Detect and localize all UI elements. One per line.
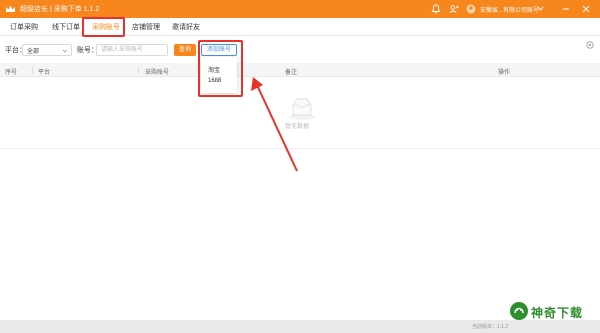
platform-select[interactable]: 全部 xyxy=(22,44,72,56)
search-button[interactable]: 查询 xyxy=(174,44,196,56)
watermark-logo-icon xyxy=(510,302,528,320)
bell-icon[interactable] xyxy=(430,3,442,15)
settings-icon[interactable] xyxy=(585,40,595,50)
avatar-icon[interactable] xyxy=(465,3,477,15)
user-account[interactable]: 安徽省...有限公司账号 xyxy=(480,5,539,14)
active-tab-highlight-box xyxy=(82,17,125,37)
version-text: 当前版本：1.1.2 xyxy=(472,324,509,330)
column-header-actions: 操作 xyxy=(498,70,511,76)
close-icon[interactable] xyxy=(580,3,592,15)
add-account-highlight-box xyxy=(198,40,243,97)
site-watermark: 神奇下载 xyxy=(505,298,600,328)
tab-store-management[interactable]: 店铺管理 xyxy=(132,22,160,32)
app-title: 超级店长 | 采购下单 1.1.2 xyxy=(20,6,100,13)
column-divider xyxy=(32,66,33,74)
platform-select-value: 全部 xyxy=(27,49,40,55)
account-search-input[interactable] xyxy=(96,44,168,56)
chevron-down-icon[interactable] xyxy=(536,4,545,13)
crown-logo-icon xyxy=(6,5,15,12)
title-bar: 超级店长 | 采购下单 1.1.2 安徽省...有限公司账号 xyxy=(0,0,600,18)
account-label: 账号： xyxy=(77,47,98,54)
annotation-arrow xyxy=(251,77,298,172)
tab-invite-friends[interactable]: 邀请好友 xyxy=(172,22,200,32)
tab-order-purchase[interactable]: 订单采购 xyxy=(10,22,38,32)
column-header-purchase-account: 采购账号 xyxy=(145,70,170,76)
tab-offline-orders[interactable]: 线下订单 xyxy=(52,22,80,32)
user-switch-icon[interactable] xyxy=(448,3,460,15)
chevron-down-icon xyxy=(62,49,68,53)
column-divider xyxy=(138,66,139,74)
minimize-icon[interactable] xyxy=(560,3,572,15)
column-header-platform: 平台 xyxy=(38,70,51,76)
watermark-text: 神奇下载 xyxy=(531,306,584,320)
column-header-index: 序号 xyxy=(5,70,18,76)
